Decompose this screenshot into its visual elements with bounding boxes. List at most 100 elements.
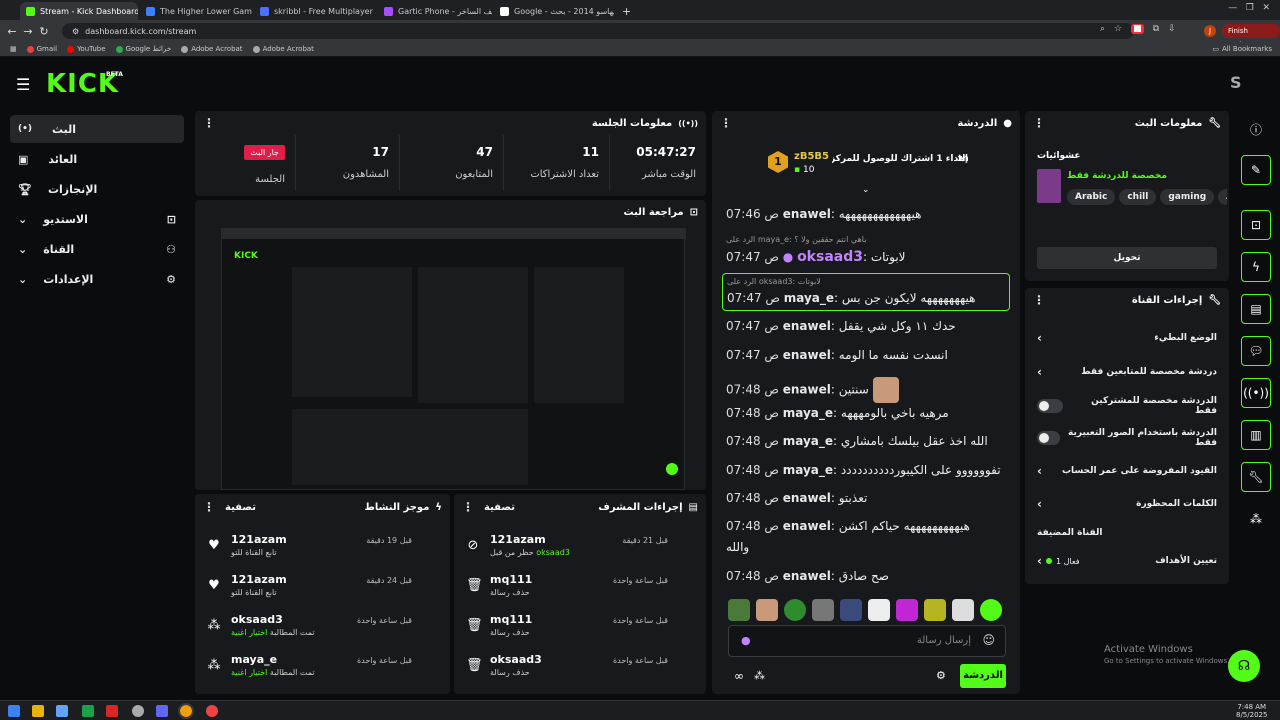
- chat-message[interactable]: 07:47 ص enawel: حدك ١١ وكل شي يقفل: [726, 319, 1006, 333]
- subscribers-only-action[interactable]: الدردشة مخصصة للمشتركين فقط: [1037, 394, 1217, 418]
- gear-icon[interactable]: ⚙: [936, 669, 946, 682]
- reload-icon[interactable]: ↻: [36, 25, 52, 38]
- activity-item[interactable]: ♥ 121azam تابع القناة للتو قبل 19 دقيقة: [203, 530, 442, 570]
- tab-kick-dashboard[interactable]: Stream - Kick Dashboard✕: [20, 2, 138, 20]
- url-field[interactable]: ⚙ dashboard.kick.com/stream: [62, 23, 1134, 39]
- activity-item[interactable]: ⁂ oksaad3 تمت المطالبة اختيار اغنية قبل ساع…: [203, 610, 442, 650]
- emotes-only-action[interactable]: الدردشة باستخدام الصور التعبيرية فقط: [1037, 426, 1217, 450]
- extension-icon[interactable]: ■: [1131, 24, 1144, 34]
- new-tab-button[interactable]: +: [616, 2, 630, 20]
- chat-message-continuation[interactable]: والله: [726, 540, 1006, 554]
- chat-message[interactable]: 07:48 ص enawel: صح صادق: [726, 569, 1006, 583]
- hamburger-menu-icon[interactable]: ☰: [16, 75, 30, 94]
- sidebar-item-settings[interactable]: ⌄ الإعدادات ⚙: [10, 265, 184, 293]
- emote-icon[interactable]: [896, 599, 918, 621]
- layout-icon[interactable]: ▥: [1241, 420, 1271, 450]
- chat-message[interactable]: 07:48 ص maya_e: الله اخذ عقل بيلسك بامشا…: [726, 434, 1006, 448]
- points-icon[interactable]: ⁂: [754, 669, 765, 682]
- subscribers-only-toggle[interactable]: [1037, 399, 1063, 413]
- broadcast-icon[interactable]: ((•)): [1241, 378, 1271, 408]
- emoji-icon[interactable]: ☺: [982, 633, 995, 647]
- app-icon[interactable]: [106, 705, 118, 717]
- apps-icon[interactable]: ▦: [10, 45, 17, 53]
- slow-mode-action[interactable]: الوضع البطيء ›: [1037, 326, 1217, 350]
- tab-google[interactable]: Google - دباب ديهاسو 2014 - بحث✕: [494, 2, 614, 20]
- window-controls[interactable]: — ❐ ✕: [1228, 3, 1270, 13]
- chrome-icon[interactable]: [178, 703, 194, 719]
- store-icon[interactable]: [56, 705, 68, 717]
- banned-words-action[interactable]: الكلمات المحظورة ›: [1037, 492, 1217, 516]
- kebab-menu-icon[interactable]: ⋮: [203, 116, 215, 130]
- highlighted-message[interactable]: الرد على oksaad3: لابوتات 07:47 ص maya_e…: [722, 273, 1010, 311]
- kebab-menu-icon[interactable]: ⋮: [1033, 116, 1045, 130]
- back-icon[interactable]: ←: [4, 25, 20, 38]
- forward-icon[interactable]: →: [20, 25, 36, 38]
- activity-item[interactable]: ⁂ maya_e تمت المطالبة اختيار اغنية قبل ساعة…: [203, 650, 442, 690]
- stream-preview-video[interactable]: KICK: [221, 228, 686, 490]
- download-icon[interactable]: ⇩: [1168, 24, 1176, 34]
- activity-item[interactable]: ♥ 121azam تابع القناة للتو قبل 24 دقيقة: [203, 570, 442, 610]
- emote-icon[interactable]: [756, 599, 778, 621]
- kebab-menu-icon[interactable]: ⋮: [720, 116, 732, 130]
- zoom-icon[interactable]: ⌕: [1100, 24, 1105, 34]
- chat-message[interactable]: 07:47 ص ● oksaad3: لابوتات: [726, 249, 1006, 265]
- emote-icon[interactable]: [840, 599, 862, 621]
- chat-message[interactable]: 07:48 ص maya_e: مرهيه باخي بالومهههه: [726, 406, 1006, 420]
- wrench-icon[interactable]: 🔧︎: [1241, 462, 1271, 492]
- sidebar-item-achievements[interactable]: 🏆︎ الإنجازات: [10, 175, 184, 203]
- app-icon[interactable]: [206, 705, 218, 717]
- xbox-icon[interactable]: [82, 705, 94, 717]
- user-avatar[interactable]: S: [1230, 73, 1242, 92]
- infinity-icon[interactable]: ∞: [734, 669, 744, 683]
- scan-icon[interactable]: ⊡: [1241, 210, 1271, 240]
- chat-icon[interactable]: 💬︎: [1241, 336, 1271, 366]
- kebab-menu-icon[interactable]: ⋮: [1033, 293, 1045, 307]
- chat-message[interactable]: 07:48 ص enawel: هيهههههههههه حياكم اكشن: [726, 519, 1006, 533]
- discord-icon[interactable]: [156, 705, 168, 717]
- document-icon[interactable]: ▤: [1241, 294, 1271, 324]
- sidebar-item-stream[interactable]: (•) البث: [10, 115, 184, 143]
- emote-icon[interactable]: [868, 599, 890, 621]
- mod-action-item[interactable]: 🗑︎ oksaad3 حذف رسالة قبل ساعة واحدة: [462, 650, 698, 690]
- mod-action-item[interactable]: 🗑︎ mq111 حذف رسالة قبل ساعة واحدة: [462, 570, 698, 610]
- chat-input[interactable]: ● إرسال رسالة ☺: [728, 625, 1006, 657]
- edit-icon[interactable]: ✎: [1241, 155, 1271, 185]
- emote-icon[interactable]: [980, 599, 1002, 621]
- bookmark-youtube[interactable]: YouTube: [67, 45, 106, 53]
- chevron-down-icon[interactable]: ⌄: [862, 185, 870, 195]
- activity-filter-button[interactable]: تصفية: [225, 502, 256, 513]
- file-explorer-icon[interactable]: [32, 705, 44, 717]
- obs-icon[interactable]: [132, 705, 144, 717]
- chat-message[interactable]: 07:47 ص enawel: انسدت نفسه ما الومه: [726, 348, 1006, 362]
- mic-icon[interactable]: ●: [741, 634, 751, 647]
- bookmark-maps[interactable]: Google خرائط: [115, 45, 171, 53]
- emotes-only-toggle[interactable]: [1037, 431, 1060, 445]
- mod-action-item[interactable]: ⊘ 121azam حظر من قبل oksaad3 قبل 21 دقيقة: [462, 530, 698, 570]
- info-icon[interactable]: ⓘ: [1241, 114, 1271, 144]
- bookmark-acrobat-1[interactable]: Adobe Acrobat: [181, 45, 243, 53]
- tab-skribbl[interactable]: skribbl - Free Multiplayer Drawi✕: [254, 2, 376, 20]
- profile-avatar[interactable]: J: [1204, 25, 1216, 37]
- account-age-action[interactable]: القيود المفروضة على عمر الحساب ›: [1037, 459, 1217, 483]
- emote-icon[interactable]: [924, 599, 946, 621]
- emote-icon[interactable]: [728, 599, 750, 621]
- send-chat-button[interactable]: الدردشة: [960, 664, 1006, 688]
- bookmark-acrobat-2[interactable]: Adobe Acrobat: [252, 45, 314, 53]
- star-icon[interactable]: ☆: [1114, 24, 1122, 34]
- followers-only-action[interactable]: دردشة مخصصة للمتابعين فقط ›: [1037, 360, 1217, 384]
- chat-goal-banner[interactable]: 1 zB5B5 ▪ 10 إهداء 1 اشتراك للوصول للمرك…: [712, 139, 1020, 195]
- chat-message[interactable]: 07:48 ص enawel: سنتين: [726, 377, 1006, 403]
- mod-filter-button[interactable]: تصفية: [484, 502, 515, 513]
- edit-stream-button[interactable]: تحويل: [1037, 247, 1217, 269]
- emote-icon[interactable]: [812, 599, 834, 621]
- sidebar-item-channel[interactable]: ⌄ القناة ⚇: [10, 235, 184, 263]
- tab-higher-lower[interactable]: The Higher Lower Game✕: [140, 2, 252, 20]
- chat-message[interactable]: 07:48 ص maya_e: تفوووووو على الكيبوردددد…: [726, 463, 1006, 477]
- sidebar-item-revenue[interactable]: ▣ العائد: [10, 145, 184, 173]
- chat-message[interactable]: 07:46 ص enawel: هيههههههههههههه: [726, 207, 1006, 221]
- bookmark-gmail[interactable]: Gmail: [26, 45, 57, 53]
- all-bookmarks[interactable]: ▭ All Bookmarks: [1212, 45, 1272, 53]
- kebab-menu-icon[interactable]: ⋮: [462, 500, 474, 514]
- kebab-menu-icon[interactable]: ⋮: [203, 500, 215, 514]
- help-headset-icon[interactable]: ☊: [1228, 650, 1260, 682]
